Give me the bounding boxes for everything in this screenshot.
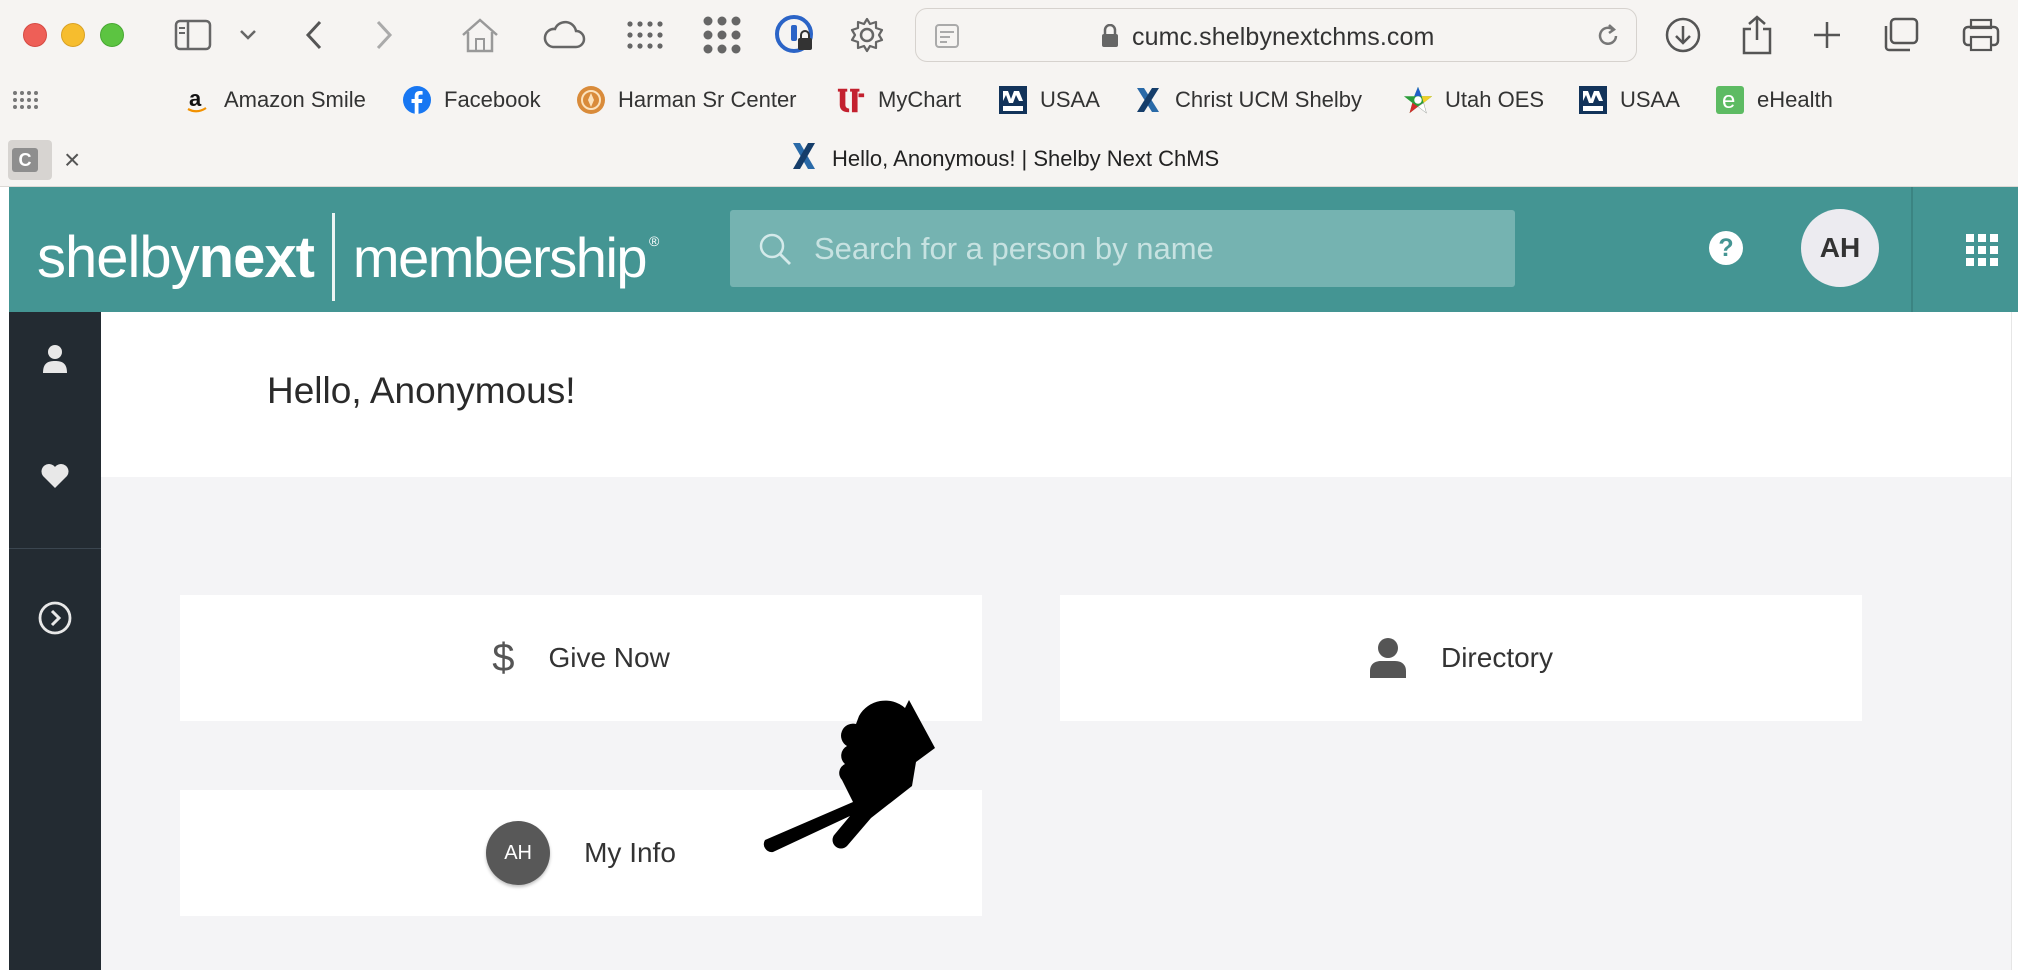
shelbynext-logo[interactable]: shelbynext membership ®	[37, 213, 659, 301]
person-icon	[42, 344, 68, 379]
bookmark-label: MyChart	[878, 87, 962, 112]
close-window-button[interactable]	[23, 23, 47, 47]
bookmark-label: Utah OES	[1445, 87, 1545, 112]
address-bar[interactable]: cumc.shelbynextchms.com	[915, 8, 1637, 62]
app-launcher-icon[interactable]	[1966, 234, 1998, 271]
bookmark-label: Christ UCM Shelby	[1175, 87, 1363, 112]
home-icon[interactable]	[460, 13, 500, 57]
zoom-window-button[interactable]	[100, 23, 124, 47]
bookmark-ehealth[interactable]: e eHealth	[1715, 84, 1833, 116]
app-header: shelbynext membership® ? AH	[9, 187, 2018, 312]
tab-bar: C × Hello, Anonymous! | Shelby Next ChMS	[0, 130, 2018, 187]
usaa-icon	[1578, 85, 1608, 115]
chevron-down-icon[interactable]	[238, 13, 258, 57]
bookmark-label: eHealth	[1757, 87, 1833, 112]
reader-view-icon[interactable]	[934, 23, 960, 54]
tab-overview-icon[interactable]	[1882, 13, 1920, 57]
back-icon[interactable]	[302, 13, 326, 57]
help-icon[interactable]: ?	[1709, 231, 1743, 265]
amazon-icon: a	[182, 85, 212, 115]
person-icon	[1369, 637, 1407, 679]
bookmark-label: USAA	[1620, 87, 1680, 112]
user-avatar[interactable]: AH	[1801, 209, 1879, 287]
share-icon[interactable]	[1740, 13, 1774, 57]
bookmark-harman-sr-center[interactable]: Harman Sr Center	[576, 84, 797, 116]
svg-text:e: e	[1722, 87, 1735, 114]
browser-toolbar: cumc.shelbynextchms.com	[0, 0, 2018, 70]
downloads-icon[interactable]	[1664, 13, 1702, 57]
bookmark-label: USAA	[1040, 87, 1100, 112]
bookmark-usaa-2[interactable]: USAA	[1578, 84, 1680, 116]
shelby-x-icon	[790, 141, 818, 177]
mychart-icon	[836, 85, 866, 115]
lock-icon	[1101, 23, 1119, 53]
card-label: My Info	[584, 837, 676, 868]
logo-shelby: shelby	[37, 224, 200, 290]
url-text: cumc.shelbynextchms.com	[1132, 23, 1435, 51]
new-tab-icon[interactable]	[1811, 13, 1843, 57]
content-edge	[2011, 312, 2018, 970]
sidebar-toggle-icon[interactable]	[174, 13, 212, 57]
password-manager-icon[interactable]	[774, 13, 816, 57]
my-info-avatar: AH	[486, 821, 551, 885]
bookmarks-grid-icon[interactable]	[12, 84, 40, 116]
pinned-tab-icon: C	[12, 148, 38, 172]
logo-registered: ®	[649, 232, 659, 249]
header-divider	[1911, 187, 1913, 312]
grid-small-icon[interactable]	[626, 13, 664, 57]
logo-membership: membership	[352, 225, 648, 289]
harman-icon	[576, 85, 606, 115]
bookmark-label: Harman Sr Center	[618, 87, 797, 112]
logo-divider	[331, 213, 335, 301]
pointing-hand-icon	[755, 698, 945, 863]
search-icon	[758, 232, 792, 271]
icloud-tabs-icon[interactable]	[542, 13, 586, 57]
logo-next: next	[198, 224, 315, 290]
shelby-x-icon	[1133, 85, 1163, 115]
avatar: AH	[486, 821, 551, 885]
card-label: Directory	[1440, 642, 1553, 673]
reload-icon[interactable]	[1594, 22, 1622, 55]
person-search[interactable]	[730, 210, 1515, 287]
pinned-tab[interactable]: C	[8, 140, 52, 180]
gear-icon[interactable]	[848, 13, 886, 57]
sidebar-item-profile[interactable]	[9, 331, 101, 391]
bookmark-christ-ucm-shelby[interactable]: Christ UCM Shelby	[1133, 84, 1362, 116]
svg-text:a: a	[189, 86, 202, 111]
bookmark-amazon-smile[interactable]: a Amazon Smile	[182, 84, 366, 116]
chevron-right-circle-icon	[37, 600, 73, 641]
usaa-icon	[998, 85, 1028, 115]
forward-icon[interactable]	[372, 13, 396, 57]
greeting-section: Hello, Anonymous!	[101, 312, 2011, 477]
bookmark-usaa[interactable]: USAA	[998, 84, 1100, 116]
close-icon[interactable]: ×	[64, 144, 80, 176]
bookmark-label: Facebook	[444, 87, 541, 112]
minimize-window-button[interactable]	[61, 23, 85, 47]
bookmarks-bar: a Amazon Smile Facebook Harman Sr Center…	[0, 70, 2018, 130]
sidebar	[9, 312, 101, 970]
grid-large-icon[interactable]	[702, 13, 742, 57]
print-icon[interactable]	[1961, 13, 2001, 57]
ehealth-icon: e	[1715, 85, 1745, 115]
search-input[interactable]	[814, 210, 1494, 287]
sidebar-expand-button[interactable]	[9, 590, 101, 650]
active-tab[interactable]: Hello, Anonymous! | Shelby Next ChMS	[790, 142, 1219, 176]
bookmark-mychart[interactable]: MyChart	[836, 84, 961, 116]
sidebar-item-giving[interactable]	[9, 448, 101, 508]
page-title: Hello, Anonymous!	[267, 370, 576, 411]
tab-title: Hello, Anonymous! | Shelby Next ChMS	[832, 146, 1220, 171]
directory-card[interactable]: Directory	[1060, 595, 1862, 721]
bookmark-utah-oes[interactable]: Utah OES	[1403, 84, 1544, 116]
dollar-icon: $	[492, 635, 515, 680]
facebook-icon	[402, 85, 432, 115]
bookmark-label: Amazon Smile	[224, 87, 366, 112]
logo-wordmark: shelbynext	[37, 224, 315, 291]
logo-product: membership ®	[352, 225, 659, 290]
oes-star-icon	[1403, 85, 1433, 115]
card-label: Give Now	[548, 642, 670, 673]
bookmark-facebook[interactable]: Facebook	[402, 84, 541, 116]
heart-icon	[40, 463, 70, 494]
sidebar-divider	[9, 548, 101, 549]
